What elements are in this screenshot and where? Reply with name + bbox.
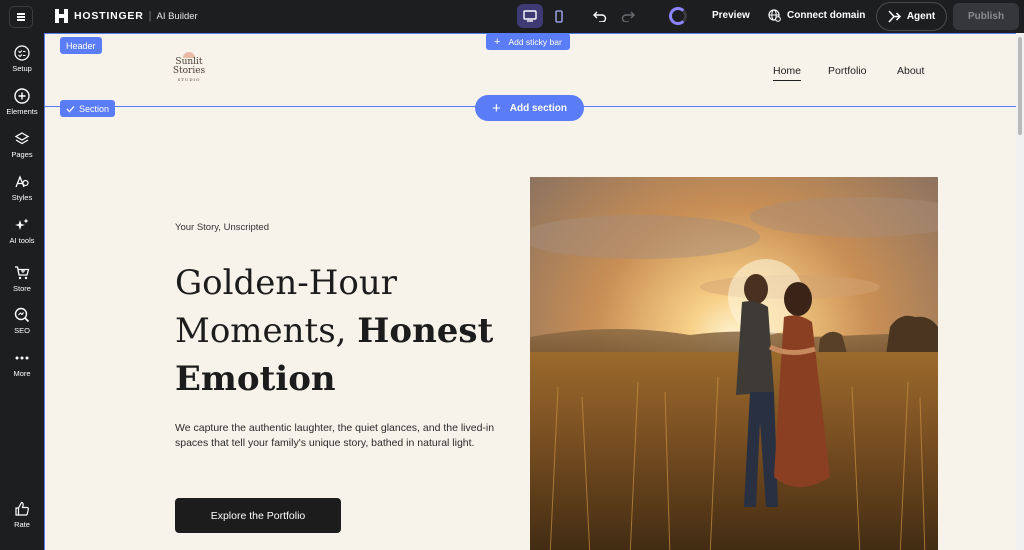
nav-link-home[interactable]: Home [773,65,802,81]
connect-domain-label: Connect domain [787,10,866,21]
sidebar-item-label: Store [13,284,31,293]
plus-icon: + [492,99,501,117]
sidebar-item-ai-tools[interactable]: AI tools [0,215,44,245]
mobile-icon [555,9,563,23]
logo-line-3: STUDIO [177,77,201,82]
check-icon [66,105,75,112]
headline-part-1: Golden-Hour [175,263,398,303]
brand-separator: | [148,10,152,22]
brand-name: HOSTINGER [74,10,144,22]
left-sidebar: Setup Elements Pages Styles AI tools Sto… [0,33,44,550]
sidebar-item-setup[interactable]: Setup [0,43,44,73]
headline-bold-2: Emotion [175,359,336,399]
canvas-scrollbar[interactable] [1016,33,1024,550]
nav-link-portfolio[interactable]: Portfolio [828,65,867,77]
explore-portfolio-button[interactable]: Explore the Portfolio [175,498,341,533]
section-tag-label: Section [79,103,110,114]
sidebar-item-label: Elements [6,107,38,116]
setup-icon [14,45,30,61]
menu-icon[interactable] [9,6,33,28]
undo-button[interactable] [590,6,610,26]
hero-headline: Golden-Hour Moments, Honest Emotion [175,259,515,403]
headline-bold-1: Honest [357,311,494,351]
sidebar-item-label: Setup [12,64,32,73]
preview-button[interactable]: Preview [712,10,750,21]
sidebar-item-rate[interactable]: Rate [0,499,44,529]
redo-button[interactable] [618,6,638,26]
more-dots-icon [15,356,29,360]
add-section-label: Add section [509,102,567,114]
nav-link-about[interactable]: About [897,65,924,77]
connect-domain-button[interactable]: Connect domain [768,9,865,22]
agent-button[interactable]: Agent [876,2,947,31]
site-logo[interactable]: Sunlit Stories STUDIO [169,52,209,82]
sidebar-item-label: SEO [14,326,30,335]
redo-icon [621,11,635,22]
styles-icon [15,175,29,188]
editor-canvas[interactable]: Sunlit Stories STUDIO Home Portfolio Abo… [44,33,1016,550]
add-sticky-bar-label: Add sticky bar [508,36,562,47]
sidebar-item-store[interactable]: Store [0,263,44,293]
plus-icon: + [494,35,501,48]
publish-button[interactable]: Publish [953,3,1019,30]
sidebar-item-styles[interactable]: Styles [0,172,44,202]
brand: HOSTINGER | AI Builder [55,9,198,23]
sidebar-item-label: More [13,369,31,378]
loading-spinner-icon [669,7,687,25]
hero-eyebrow: Your Story, Unscripted [175,222,269,233]
logo-line-2: Stories [172,66,206,76]
agent-label: Agent [906,11,936,22]
hero-image[interactable] [530,177,938,550]
undo-icon [593,11,607,22]
add-sticky-bar-button[interactable]: + Add sticky bar [486,33,570,50]
couple-sunset-photo [530,177,938,550]
hostinger-logo-icon [55,9,68,23]
sidebar-item-label: Pages [11,150,33,159]
layers-icon [14,132,30,145]
cart-icon [15,266,30,280]
add-section-button[interactable]: + Add section [475,95,584,121]
sidebar-item-label: AI tools [9,236,35,245]
globe-icon [768,9,781,22]
scrollbar-thumb[interactable] [1018,37,1022,135]
seo-icon [14,307,30,323]
agent-icon [888,10,901,23]
header-tag[interactable]: Header [60,37,102,54]
sidebar-item-more[interactable]: More [0,348,44,378]
desktop-view-button[interactable] [517,4,543,28]
sidebar-item-pages[interactable]: Pages [0,129,44,159]
headline-part-2: Moments, [175,311,347,351]
plus-circle-icon [14,88,30,104]
sidebar-item-label: Rate [14,520,30,529]
top-toolbar: HOSTINGER | AI Builder Preview Connect d… [0,0,1024,33]
sidebar-item-label: Styles [11,193,33,202]
sparkle-icon [15,218,29,230]
mobile-view-button[interactable] [547,4,571,28]
thumbs-up-icon [15,501,29,516]
desktop-icon [523,10,537,22]
brand-subtitle: AI Builder [156,10,198,22]
section-tag[interactable]: Section [60,100,116,117]
hero-description: We capture the authentic laughter, the q… [175,422,495,449]
sidebar-item-seo[interactable]: SEO [0,305,44,335]
sidebar-item-elements[interactable]: Elements [0,86,44,116]
